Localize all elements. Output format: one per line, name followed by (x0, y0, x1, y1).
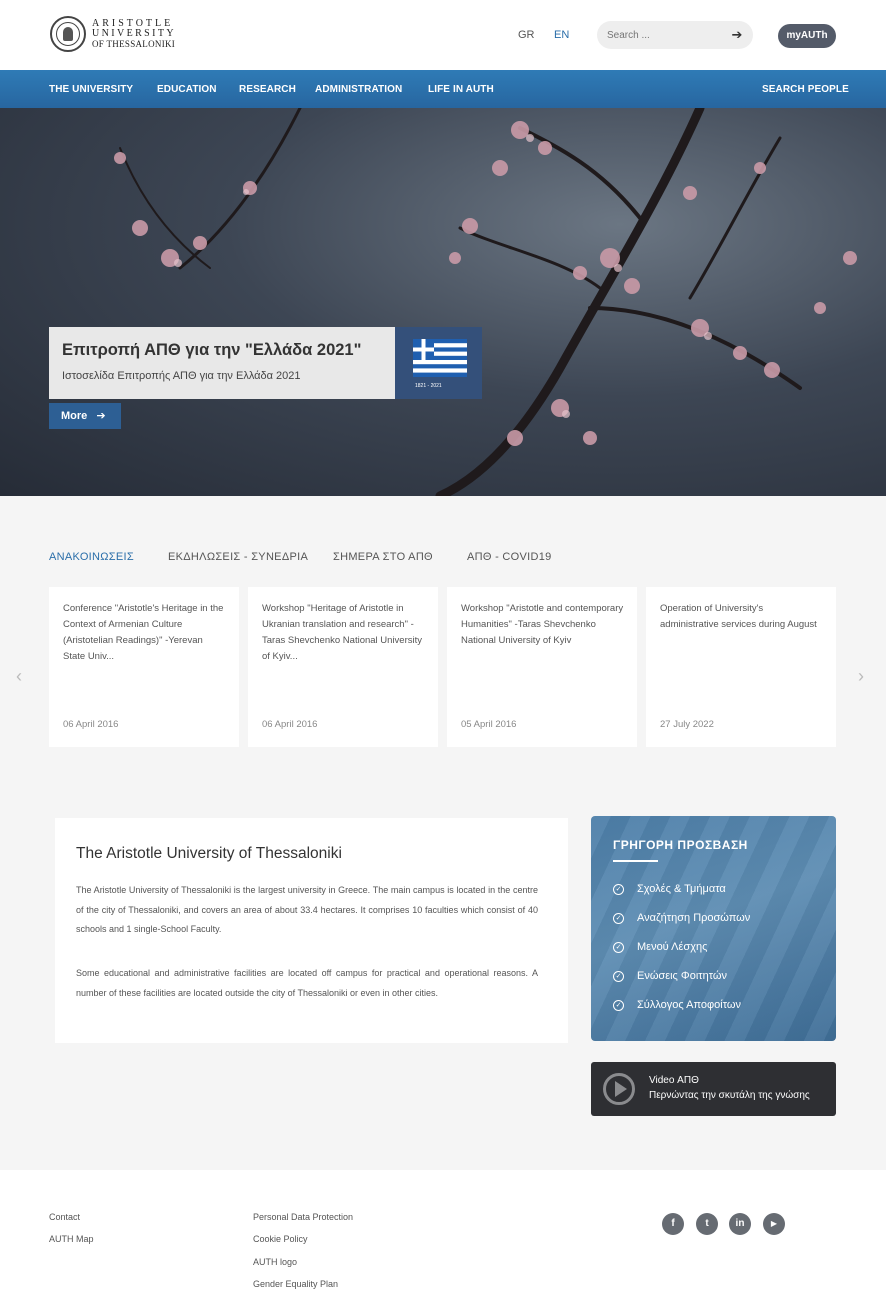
quick-access-label: Σύλλογος Αποφοίτων (637, 999, 741, 1011)
quick-access-title: ΓΡΗΓΟΡΗ ΠΡΟΣΒΑΣΗ (613, 838, 748, 852)
site-footer: Contact AUTH Map Personal Data Protectio… (0, 1170, 886, 1295)
about-paragraph-1: The Aristotle University of Thessaloniki… (76, 885, 538, 934)
search-arrow-icon[interactable]: ➔ (729, 27, 745, 43)
nav-item-search-people[interactable]: SEARCH PEOPLE (762, 84, 849, 95)
play-icon (603, 1073, 635, 1105)
about-panel: The Aristotle University of Thessaloniki… (55, 818, 568, 1043)
quick-access-label: Ενώσεις Φοιτητών (637, 970, 727, 982)
tab-auth-covid19[interactable]: ΑΠΘ - COVID19 (467, 551, 552, 563)
myauth-button[interactable]: myAUTh (778, 24, 836, 48)
check-icon: ✓ (613, 999, 624, 1011)
video-subtitle: Περνώντας την σκυτάλη της γνώσης (649, 1090, 810, 1101)
linkedin-icon[interactable]: in (729, 1213, 751, 1235)
hero-title: Επιτροπή ΑΠΘ για την "Ελλάδα 2021" (62, 341, 362, 359)
main-nav: THE UNIVERSITY EDUCATION RESEARCH ADMINI… (0, 70, 886, 108)
hero-banner: Επιτροπή ΑΠΘ για την "Ελλάδα 2021" Ιστοσ… (0, 108, 886, 496)
nav-item-life-in-auth[interactable]: LIFE IN AUTH (428, 84, 494, 95)
news-card-date: 06 April 2016 (63, 719, 119, 730)
quick-access-label: Αναζήτηση Προσώπων (637, 912, 751, 924)
quick-access-item[interactable]: ✓ Αναζήτηση Προσώπων (613, 912, 750, 924)
check-icon: ✓ (613, 912, 624, 924)
nav-item-education[interactable]: EDUCATION (157, 84, 217, 95)
news-card[interactable]: Conference "Aristotle's Heritage in the … (49, 587, 239, 747)
tab-events-conferences[interactable]: ΕΚΔΗΛΩΣΕΙΣ - ΣΥΝΕΔΡΙΑ (168, 551, 308, 563)
logo-text: ARISTOTLE UNIVERSITY OF THESSALONIKI (92, 18, 176, 49)
language-en-link[interactable]: EN (554, 29, 569, 41)
flag-caption: 1821 - 2021 (415, 383, 442, 389)
quick-access-label: Μενού Λέσχης (637, 941, 708, 953)
twitter-icon[interactable]: t (696, 1213, 718, 1235)
quick-access-item[interactable]: ✓ Σύλλογος Αποφοίτων (613, 999, 741, 1011)
arrow-right-icon: ➔ (96, 410, 106, 422)
logo-line-3: OF THESSALONIKI (92, 38, 176, 49)
video-title: Video ΑΠΘ (649, 1075, 699, 1086)
university-seal-icon (50, 16, 86, 52)
news-card-date: 27 July 2022 (660, 719, 714, 730)
news-card-title: Workshop "Heritage of Aristotle in Ukran… (262, 603, 422, 662)
video-link[interactable]: Video ΑΠΘ Περνώντας την σκυτάλη της γνώσ… (591, 1062, 836, 1116)
nav-item-administration[interactable]: ADMINISTRATION (315, 84, 402, 95)
news-card-title: Conference "Aristotle's Heritage in the … (63, 603, 224, 662)
news-card-date: 05 April 2016 (461, 719, 517, 730)
check-icon: ✓ (613, 941, 624, 953)
news-card-title: Operation of University's administrative… (660, 603, 817, 630)
footer-personal-data-link[interactable]: Personal Data Protection (253, 1212, 353, 1222)
quick-access-panel: ΓΡΗΓΟΡΗ ΠΡΟΣΒΑΣΗ ✓ Σχολές & Τμήματα ✓ Αν… (591, 816, 836, 1041)
footer-cookie-policy-link[interactable]: Cookie Policy (253, 1234, 308, 1244)
check-icon: ✓ (613, 970, 624, 982)
footer-auth-map-link[interactable]: AUTH Map (49, 1234, 94, 1244)
language-gr-link[interactable]: GR (518, 29, 535, 41)
tab-today-at-auth[interactable]: ΣΗΜΕΡΑ ΣΤΟ ΑΠΘ (333, 551, 433, 563)
tab-announcements[interactable]: ΑΝΑΚΟΙΝΩΣΕΙΣ (49, 551, 134, 563)
nav-item-research[interactable]: RESEARCH (239, 84, 296, 95)
nav-item-the-university[interactable]: THE UNIVERSITY (49, 84, 133, 95)
hero-flag-box: 1821 - 2021 (395, 327, 482, 399)
quick-access-item[interactable]: ✓ Μενού Λέσχης (613, 941, 707, 953)
footer-gender-equality-link[interactable]: Gender Equality Plan (253, 1279, 338, 1289)
news-card[interactable]: Operation of University's administrative… (646, 587, 836, 747)
footer-contact-link[interactable]: Contact (49, 1212, 80, 1222)
quick-access-item[interactable]: ✓ Σχολές & Τμήματα (613, 883, 726, 895)
carousel-prev-icon[interactable]: ‹ (16, 666, 22, 687)
hero-card: Επιτροπή ΑΠΘ για την "Ελλάδα 2021" Ιστοσ… (49, 327, 395, 399)
footer-auth-logo-link[interactable]: AUTH logo (253, 1257, 297, 1267)
carousel-next-icon[interactable]: › (858, 666, 864, 687)
about-paragraph-2: Some educational and administrative faci… (76, 968, 538, 998)
auth-logo[interactable]: ARISTOTLE UNIVERSITY OF THESSALONIKI (50, 14, 185, 54)
news-card[interactable]: Workshop "Heritage of Aristotle in Ukran… (248, 587, 438, 747)
hero-subtitle: Ιστοσελίδα Επιτροπής ΑΠΘ για την Ελλάδα … (62, 370, 301, 382)
facebook-icon[interactable]: f (662, 1213, 684, 1235)
news-card-title: Workshop "Aristotle and contemporary Hum… (461, 603, 624, 646)
greek-flag-icon: 1821 - 2021 (413, 339, 467, 389)
news-section: ΑΝΑΚΟΙΝΩΣΕΙΣ ΕΚΔΗΛΩΣΕΙΣ - ΣΥΝΕΔΡΙΑ ΣΗΜΕΡ… (0, 496, 886, 786)
hero-more-button[interactable]: More ➔ (49, 403, 121, 429)
quick-access-item[interactable]: ✓ Ενώσεις Φοιτητών (613, 970, 727, 982)
search-input[interactable] (607, 27, 727, 43)
cherry-blossom-background (114, 108, 857, 496)
youtube-icon[interactable]: ▶ (763, 1213, 785, 1235)
news-card[interactable]: Workshop "Aristotle and contemporary Hum… (447, 587, 637, 747)
quick-access-underline (613, 860, 658, 862)
search-box: ➔ (597, 21, 753, 49)
hero-more-label: More (61, 410, 88, 422)
news-card-date: 06 April 2016 (262, 719, 318, 730)
quick-access-label: Σχολές & Τμήματα (637, 883, 726, 895)
site-header: ARISTOTLE UNIVERSITY OF THESSALONIKI GR … (0, 0, 886, 70)
check-icon: ✓ (613, 883, 624, 895)
about-title: The Aristotle University of Thessaloniki (76, 845, 342, 862)
